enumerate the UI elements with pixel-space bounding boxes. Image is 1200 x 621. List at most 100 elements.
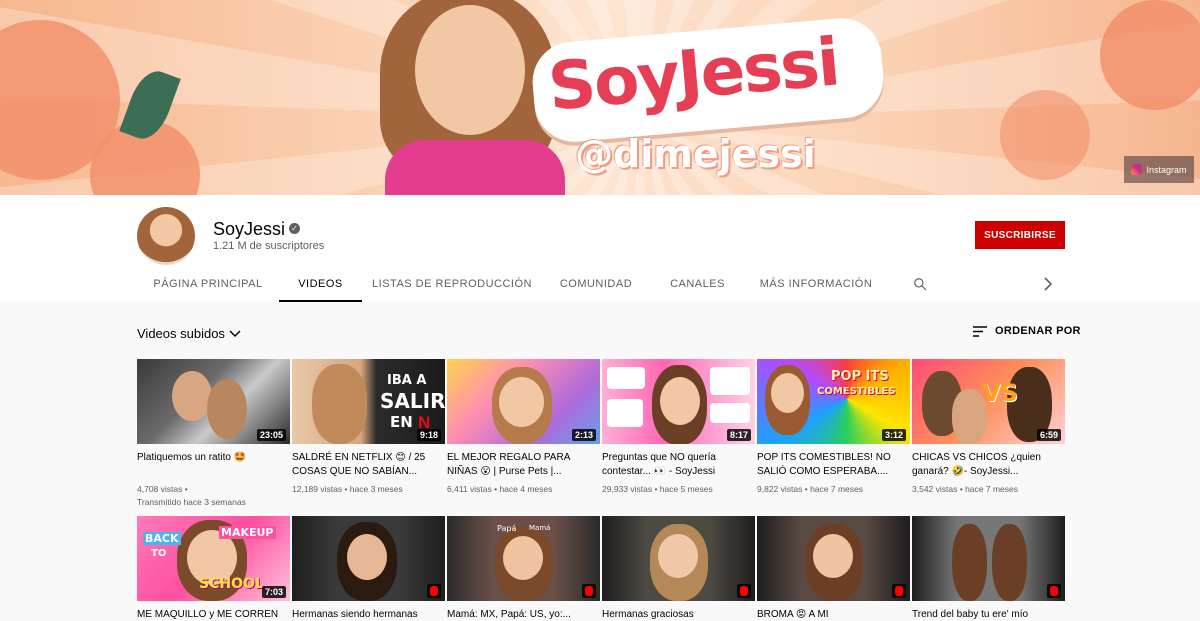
- video-age: hace 7 meses: [810, 484, 863, 494]
- video-thumbnail[interactable]: [602, 516, 755, 601]
- video-card[interactable]: Trend del baby tu ere' mío: [912, 516, 1067, 621]
- tab-about[interactable]: MÁS INFORMACIÓN: [752, 265, 880, 302]
- thumb-text-line: SALIR: [380, 389, 445, 413]
- video-duration: 6:59: [1036, 429, 1061, 441]
- video-title[interactable]: Platiquemos un ratito 🤩: [137, 451, 292, 479]
- video-card[interactable]: POP ITS COMESTIBLES 3:12 POP ITS COMESTI…: [757, 359, 912, 496]
- thumb-text-line: VS: [982, 379, 1018, 407]
- video-card[interactable]: 23:05 Platiquemos un ratito 🤩 4,708 vist…: [137, 359, 292, 509]
- sort-button[interactable]: ORDENAR POR: [973, 325, 1081, 337]
- channel-name[interactable]: SoyJessi: [213, 219, 285, 240]
- uploads-dropdown[interactable]: Videos subidos: [137, 326, 241, 341]
- sort-label: ORDENAR POR: [995, 325, 1081, 337]
- video-views: 3,542 vistas: [912, 484, 958, 494]
- shorts-icon: [427, 584, 441, 598]
- thumb-text-line: POP ITS: [831, 369, 889, 384]
- video-thumbnail[interactable]: VS 6:59: [912, 359, 1065, 444]
- video-title[interactable]: CHICAS VS CHICOS ¿quien ganará? 🤣- SoyJe…: [912, 451, 1067, 479]
- video-meta: 9,822 vistas • hace 7 meses: [757, 484, 863, 494]
- video-meta: 6,411 vistas • hace 4 meses: [447, 484, 553, 494]
- banner-peach-right: [1100, 0, 1200, 110]
- video-card[interactable]: 8:17 Preguntas que NO quería contestar..…: [602, 359, 757, 496]
- video-card[interactable]: Papá Mamá Mamá: MX, Papá: US, yo:...: [447, 516, 602, 621]
- video-card[interactable]: Hermanas graciosas: [602, 516, 757, 621]
- video-thumbnail[interactable]: [292, 516, 445, 601]
- video-card[interactable]: BACK TO SCHOOL MAKEUP 7:03 ME MAQUILLO y…: [137, 516, 292, 621]
- video-title[interactable]: ME MAQUILLO y ME CORREN: [137, 608, 292, 621]
- thumb-text-line: EN: [390, 413, 413, 431]
- subscribe-button[interactable]: SUSCRIBIRSE: [975, 221, 1065, 249]
- video-thumbnail[interactable]: 8:17: [602, 359, 755, 444]
- thumb-text-line: MAKEUP: [219, 526, 276, 539]
- tab-channels[interactable]: CANALES: [660, 265, 735, 302]
- thumb-text-line: IBA A: [387, 373, 427, 388]
- thumb-text-line: COMESTIBLES: [817, 386, 896, 397]
- channel-header: SoyJessi ✓ 1.21 M de suscriptores SUSCRI…: [0, 195, 1200, 302]
- search-icon[interactable]: [913, 277, 927, 291]
- video-views: 4,708 vistas: [137, 484, 183, 494]
- instagram-icon: [1131, 164, 1143, 175]
- video-thumbnail[interactable]: Papá Mamá: [447, 516, 600, 601]
- video-title[interactable]: Hermanas siendo hermanas: [292, 608, 447, 621]
- section-title: Videos subidos: [137, 326, 225, 341]
- video-title[interactable]: Preguntas que NO quería contestar... 👀 -…: [602, 451, 757, 479]
- video-age: Transmitido hace 3 semanas: [137, 497, 246, 507]
- shorts-icon: [1047, 584, 1061, 598]
- shorts-icon: [582, 584, 596, 598]
- video-thumbnail[interactable]: BACK TO SCHOOL MAKEUP 7:03: [137, 516, 290, 601]
- video-age: hace 4 meses: [499, 484, 553, 494]
- channel-avatar[interactable]: [137, 207, 195, 265]
- video-duration: 7:03: [261, 586, 286, 598]
- video-views: 6,411 vistas: [447, 484, 492, 494]
- video-age: hace 5 meses: [659, 484, 713, 494]
- video-meta: 12,189 vistas • hace 3 meses: [292, 484, 403, 494]
- video-duration: 9:18: [416, 429, 441, 441]
- video-card[interactable]: Hermanas siendo hermanas: [292, 516, 447, 621]
- video-age: hace 3 meses: [349, 484, 403, 494]
- video-card[interactable]: VS 6:59 CHICAS VS CHICOS ¿quien ganará? …: [912, 359, 1067, 496]
- video-card[interactable]: BROMA 😡 A MI: [757, 516, 912, 621]
- video-duration: 2:13: [571, 429, 596, 441]
- video-thumbnail[interactable]: POP ITS COMESTIBLES 3:12: [757, 359, 910, 444]
- thumb-text-line: Mamá: [529, 524, 551, 532]
- channel-banner: SoyJessi @dimejessi Instagram: [0, 0, 1200, 195]
- video-duration: 8:17: [726, 429, 751, 441]
- video-views: 29,933 vistas: [602, 484, 653, 494]
- video-thumbnail[interactable]: [757, 516, 910, 601]
- tab-videos[interactable]: VIDEOS: [279, 265, 362, 302]
- video-title[interactable]: Mamá: MX, Papá: US, yo:...: [447, 608, 602, 621]
- tab-community[interactable]: COMUNIDAD: [550, 265, 642, 302]
- tab-home[interactable]: PÁGINA PRINCIPAL: [138, 265, 278, 302]
- video-views: 9,822 vistas: [757, 484, 803, 494]
- video-thumbnail[interactable]: IBA A SALIR EN N 9:18: [292, 359, 445, 444]
- chevron-right-icon[interactable]: [1042, 277, 1054, 291]
- video-title[interactable]: POP ITS COMESTIBLES! NO SALIÓ COMO ESPER…: [757, 451, 912, 479]
- video-views: 12,189 vistas: [292, 484, 343, 494]
- video-title[interactable]: SALDRÉ EN NETFLIX 😊 / 25 COSAS QUE NO SA…: [292, 451, 447, 479]
- video-thumbnail[interactable]: [912, 516, 1065, 601]
- subscriber-count: 1.21 M de suscriptores: [213, 240, 325, 252]
- banner-handle: @dimejessi: [575, 132, 816, 176]
- channel-tabs: PÁGINA PRINCIPAL VIDEOS LISTAS DE REPROD…: [0, 265, 1200, 302]
- instagram-link[interactable]: Instagram: [1124, 156, 1194, 183]
- thumb-text-line: TO: [151, 548, 167, 559]
- video-title[interactable]: BROMA 😡 A MI: [757, 608, 912, 621]
- video-duration: 3:12: [881, 429, 906, 441]
- video-meta: 3,542 vistas • hace 7 meses: [912, 484, 1018, 494]
- thumb-text-line: SCHOOL: [199, 576, 264, 592]
- banner-peach-right-2: [1000, 90, 1090, 180]
- video-title[interactable]: Trend del baby tu ere' mío: [912, 608, 1067, 621]
- video-age: hace 7 meses: [965, 484, 1018, 494]
- shorts-icon: [892, 584, 906, 598]
- video-meta: 4,708 vistas • Transmitido hace 3 semana…: [137, 484, 246, 507]
- tab-playlists[interactable]: LISTAS DE REPRODUCCIÓN: [372, 265, 532, 302]
- video-meta: 29,933 vistas • hace 5 meses: [602, 484, 713, 494]
- video-card[interactable]: 2:13 EL MEJOR REGALO PARA NIÑAS 😮 | Purs…: [447, 359, 602, 496]
- instagram-label: Instagram: [1146, 164, 1187, 175]
- video-title[interactable]: EL MEJOR REGALO PARA NIÑAS 😮 | Purse Pet…: [447, 451, 602, 479]
- video-title[interactable]: Hermanas graciosas: [602, 608, 757, 621]
- video-thumbnail[interactable]: 23:05: [137, 359, 290, 444]
- thumb-text-line: Papá: [497, 524, 517, 533]
- video-card[interactable]: IBA A SALIR EN N 9:18 SALDRÉ EN NETFLIX …: [292, 359, 447, 496]
- video-thumbnail[interactable]: 2:13: [447, 359, 600, 444]
